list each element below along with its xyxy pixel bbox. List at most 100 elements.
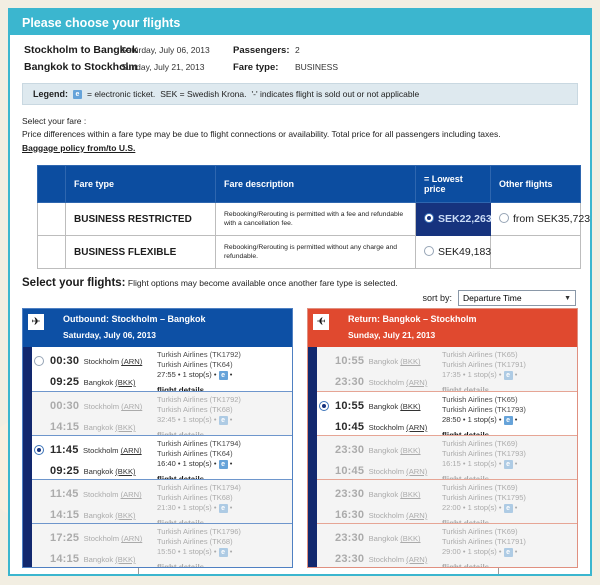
flight-times: 11:45 Stockholm (ARN) 09:25 Bangkok (BKK… (50, 439, 154, 479)
outbound-date: Saturday, July 06, 2013 (121, 45, 233, 55)
flight-times: 11:45 Stockholm (ARN) 14:15 Bangkok (BKK… (50, 483, 154, 523)
flight-info: Turkish Airlines (TK1794) Turkish Airlin… (154, 439, 290, 479)
flight-info: Turkish Airlines (TK1794) Turkish Airlin… (154, 483, 290, 523)
sort-by-label: sort by: (422, 293, 452, 303)
flight-radio[interactable] (319, 401, 329, 411)
flight-row: 11:45 Stockholm (ARN) 14:15 Bangkok (BKK… (32, 479, 292, 523)
outbound-route: Stockholm to Bangkok (24, 44, 121, 56)
flight-info: Turkish Airlines (TK69) Turkish Airlines… (439, 527, 575, 567)
flight-row: 10:55 Bangkok (BKK) 23:30 Stockholm (ARN… (317, 347, 577, 391)
flight-details-link[interactable]: flight details (157, 386, 204, 391)
radio-column (319, 483, 335, 523)
arrival-airport-link[interactable]: (BKK) (115, 378, 135, 387)
eticket-icon: e (504, 504, 513, 513)
fare-note-text: Price differences within a fare type may… (22, 128, 578, 141)
connector-line (498, 568, 499, 576)
lowest-price-cell[interactable]: SEK22,263 (416, 203, 491, 236)
flight-row: 00:30 Stockholm (ARN) 14:15 Bangkok (BKK… (32, 391, 292, 435)
flight-row[interactable]: 11:45 Stockholm (ARN) 09:25 Bangkok (BKK… (32, 435, 292, 479)
departure-airport-link: (BKK) (400, 534, 420, 543)
passengers-label: Passengers: (233, 45, 295, 56)
departure-airport-link: (BKK) (400, 446, 420, 455)
flight-times: 10:55 Bangkok (BKK) 10:45 Stockholm (ARN… (335, 395, 439, 435)
duration-stops: 22:00 • 1 stop(s) • e • (442, 503, 575, 513)
booking-window: Please choose your flights Stockholm to … (8, 8, 592, 576)
departure-city: Stockholm (ARN) (84, 402, 143, 411)
stops: 1 stop(s) (183, 415, 212, 424)
departure-airport-link[interactable]: (ARN) (121, 446, 142, 455)
duration: 27:55 (157, 370, 176, 379)
airline-segment-2: Turkish Airlines (TK1795) (442, 493, 575, 502)
arrival-airport-link[interactable]: (ARN) (406, 423, 427, 432)
arrival-time: 16:30 (335, 509, 364, 521)
stops: 1 stop(s) (183, 370, 212, 379)
sort-bar: sort by: Departure Time ▼ (24, 290, 576, 306)
fare-description: Rebooking/Rerouting is permitted with a … (216, 203, 416, 236)
flight-details-link[interactable]: flight details (442, 431, 489, 435)
flight-times: 23:30 Bangkok (BKK) 10:45 Stockholm (ARN… (335, 439, 439, 479)
departure-time: 17:25 (50, 532, 79, 544)
duration: 29:00 (442, 547, 461, 556)
eticket-icon: e (219, 460, 228, 469)
fare-name: BUSINESS FLEXIBLE (66, 236, 216, 269)
eticket-icon: e (504, 416, 513, 425)
departure-time: 00:30 (50, 355, 79, 367)
flight-info: Turkish Airlines (TK69) Turkish Airlines… (439, 483, 575, 523)
outbound-flight-list: 00:30 Stockholm (ARN) 09:25 Bangkok (BKK… (23, 347, 292, 567)
duration-stops: 32:45 • 1 stop(s) • e • (157, 415, 290, 425)
fare-table: Fare type Fare description = Lowest pric… (37, 165, 581, 269)
departure-city: Bangkok (BKK) (369, 490, 421, 499)
duration: 28:50 (442, 415, 461, 424)
flight-row: 17:25 Stockholm (ARN) 14:15 Bangkok (BKK… (32, 523, 292, 567)
fare-type-label: Fare type: (233, 62, 295, 73)
departure-city: Bangkok (BKK) (369, 534, 421, 543)
flight-row[interactable]: 10:55 Bangkok (BKK) 10:45 Stockholm (ARN… (317, 391, 577, 435)
arrival-time: 14:15 (50, 553, 79, 565)
baggage-policy-link[interactable]: Baggage policy from/to U.S. (22, 142, 135, 155)
duration: 32:45 (157, 415, 176, 424)
legend-bar: Legend: e = electronic ticket. SEK = Swe… (22, 83, 578, 105)
lowest-price-cell[interactable]: SEK49,183 (416, 236, 491, 269)
stops: 1 stop(s) (183, 547, 212, 556)
airline-segment-1: Turkish Airlines (TK69) (442, 439, 575, 448)
eticket-icon: e (504, 371, 513, 380)
total-section: Total price for all travellers including… (22, 568, 578, 576)
fare-lowest-radio[interactable] (424, 213, 434, 223)
sort-by-select[interactable]: Departure Time ▼ (458, 290, 576, 306)
fare-description-header: Fare description (216, 166, 416, 203)
arrival-city: Stockholm (ARN) (369, 555, 428, 564)
flight-row[interactable]: 00:30 Stockholm (ARN) 09:25 Bangkok (BKK… (32, 347, 292, 391)
lowest-price-header: = Lowest price (416, 166, 491, 203)
flight-radio[interactable] (34, 356, 44, 366)
stops: 1 stop(s) (183, 503, 212, 512)
flight-times: 17:25 Stockholm (ARN) 14:15 Bangkok (BKK… (50, 527, 154, 567)
airline-segment-2: Turkish Airlines (TK68) (157, 537, 290, 546)
flight-details-link[interactable]: flight details (157, 475, 204, 479)
eticket-icon: e (219, 371, 228, 380)
radio-column (319, 395, 335, 435)
page-title: Please choose your flights (10, 10, 590, 35)
flight-row: 23:30 Bangkok (BKK) 23:30 Stockholm (ARN… (317, 523, 577, 567)
airline-segment-2: Turkish Airlines (TK1793) (442, 449, 575, 458)
fare-lowest-radio[interactable] (424, 246, 434, 256)
departure-airport-link[interactable]: (BKK) (400, 402, 420, 411)
airline-segment-2: Turkish Airlines (TK64) (157, 449, 290, 458)
return-date-title: Sunday, July 21, 2013 (348, 330, 571, 340)
radio-column (319, 350, 335, 391)
eticket-icon: e (73, 90, 82, 99)
fare-other-radio[interactable] (499, 213, 509, 223)
other-flights-cell[interactable]: from SEK35,723 (491, 203, 581, 236)
arrival-city: Bangkok (BKK) (84, 423, 136, 432)
arrival-time: 14:15 (50, 509, 79, 521)
flight-radio[interactable] (34, 445, 44, 455)
eticket-icon: e (219, 548, 228, 557)
flight-details-link: flight details (157, 563, 204, 567)
departure-airport-link: (ARN) (121, 490, 142, 499)
arrival-airport-link[interactable]: (BKK) (115, 467, 135, 476)
departure-time: 23:30 (335, 488, 364, 500)
departure-airport-link[interactable]: (ARN) (121, 357, 142, 366)
return-route: Bangkok to Stockholm (24, 61, 121, 73)
airline-segment-2: Turkish Airlines (TK68) (157, 405, 290, 414)
flight-info: Turkish Airlines (TK1792) Turkish Airlin… (154, 350, 290, 391)
airline-segment-1: Turkish Airlines (TK1794) (157, 483, 290, 492)
